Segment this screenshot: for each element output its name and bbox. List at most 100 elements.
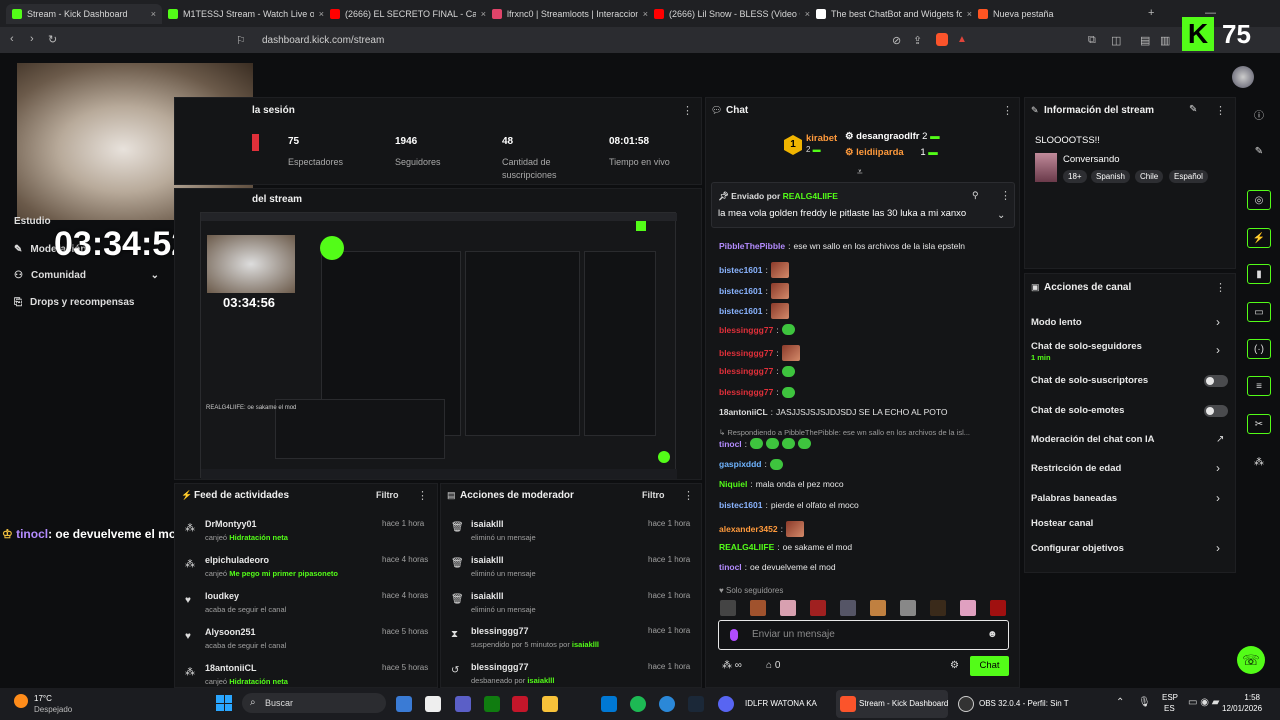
new-tab-icon[interactable]: + xyxy=(1148,7,1154,19)
collapse-icon[interactable]: ⩡ xyxy=(857,167,863,178)
taskbar-app-label[interactable]: OBS 32.0.4 - Perfil: Sin T xyxy=(979,699,1069,708)
toggle-switch[interactable] xyxy=(1204,405,1228,417)
folder-icon[interactable] xyxy=(542,696,558,712)
close-icon[interactable]: × xyxy=(643,9,648,19)
users-icon[interactable]: ⁂ xyxy=(1247,452,1271,472)
chat-username[interactable]: 18antoniiCL xyxy=(719,407,768,417)
chat-username[interactable]: bistec1601 xyxy=(719,500,762,510)
chat-username[interactable]: bistec1601 xyxy=(719,286,762,296)
sidebar-item-estudio[interactable]: Estudio xyxy=(14,216,51,227)
taskbar-search[interactable] xyxy=(242,693,386,713)
downloads-icon[interactable]: ▥ xyxy=(1160,34,1170,47)
chat-username[interactable]: blessinggg77 xyxy=(719,366,773,376)
forward-icon[interactable]: › xyxy=(30,33,34,45)
close-icon[interactable]: × xyxy=(319,9,324,19)
tool-icon[interactable]: ✂ xyxy=(1247,414,1271,434)
sidebar-item-drops[interactable]: ⎘ Drops y recompensas xyxy=(14,297,135,308)
browser-tab[interactable]: Nueva pestaña xyxy=(978,4,1134,24)
chat-username[interactable]: Niquiel xyxy=(719,479,747,489)
mod-target-user[interactable]: blessinggg77 xyxy=(471,662,529,672)
pen-icon[interactable]: ✎ xyxy=(1247,141,1271,161)
browser-tab[interactable]: (2666) Lil Snow - BLESS (Video C × xyxy=(654,4,810,24)
close-icon[interactable]: × xyxy=(805,9,810,19)
queue-icon[interactable]: ≡ xyxy=(1247,376,1271,396)
url-field[interactable]: dashboard.kick.com/stream xyxy=(256,31,976,49)
mod-target-user[interactable]: isaiaklll xyxy=(471,555,504,565)
chevron-right-icon[interactable]: › xyxy=(1216,315,1220,329)
chatter-avatar[interactable] xyxy=(900,600,916,616)
chat-username[interactable]: bistec1601 xyxy=(719,265,762,275)
network-icon[interactable]: ▭ ◉ ▰ xyxy=(1188,697,1219,708)
more-options-icon[interactable]: ⋮ xyxy=(682,104,693,117)
mod-target-user[interactable]: blessinggg77 xyxy=(471,626,529,636)
brave-icon[interactable] xyxy=(840,696,856,712)
browser-tab[interactable]: Stream - Kick Dashboard × xyxy=(6,4,162,24)
mod-target-user[interactable]: isaiaklll xyxy=(471,591,504,601)
lang-code[interactable]: ESP xyxy=(1162,693,1178,702)
chatter-avatar[interactable] xyxy=(840,600,856,616)
edge-icon[interactable] xyxy=(659,696,675,712)
chat-more-icon[interactable]: ⋮ xyxy=(1002,104,1013,117)
chevron-down-icon[interactable]: ⌄ xyxy=(997,210,1005,221)
activity-more-icon[interactable]: ⋮ xyxy=(417,489,428,502)
weather-icon[interactable] xyxy=(14,694,28,708)
clock-time[interactable]: 1:58 xyxy=(1226,693,1260,702)
actions-more-icon[interactable]: ⋮ xyxy=(1215,281,1226,294)
chevron-up-icon[interactable]: ⌃ xyxy=(1116,697,1124,708)
steam-icon[interactable] xyxy=(688,696,704,712)
chatter-avatar[interactable] xyxy=(780,600,796,616)
chevron-right-icon[interactable]: › xyxy=(1216,541,1220,555)
reload-icon[interactable]: ↻ xyxy=(48,33,57,46)
store-icon[interactable] xyxy=(425,696,441,712)
close-icon[interactable]: × xyxy=(481,9,486,19)
pinned-more-icon[interactable]: ⋮ xyxy=(1000,189,1011,202)
avatar[interactable] xyxy=(1232,66,1254,88)
support-icon[interactable]: ☏ xyxy=(1237,646,1265,674)
screenshot-icon[interactable]: ◫ xyxy=(1111,34,1121,47)
tag-chip[interactable]: Español xyxy=(1169,170,1208,183)
tag-chip[interactable]: Chile xyxy=(1135,170,1164,183)
start-button[interactable] xyxy=(216,695,232,711)
tag-chip[interactable]: 18+ xyxy=(1063,170,1087,183)
chatter-avatar[interactable] xyxy=(990,600,1006,616)
stream-preview-video[interactable]: 03:34:56 REALG4LIIFE: oe sakame el mod xyxy=(200,212,677,479)
app-icon[interactable] xyxy=(512,696,528,712)
chatter-avatar[interactable] xyxy=(720,600,736,616)
mod-filter-button[interactable]: Filtro xyxy=(642,490,665,500)
sidebar-item-comunidad[interactable]: ⚇ Comunidad ⌄ xyxy=(14,270,159,281)
chat-username[interactable]: blessinggg77 xyxy=(719,325,773,335)
edit-icon[interactable]: ✎ xyxy=(1189,104,1197,115)
chat-username[interactable]: alexander3452 xyxy=(719,524,778,534)
browser-tab[interactable]: (2666) EL SECRETO FINAL - Capitul × xyxy=(330,4,486,24)
copilot-icon[interactable] xyxy=(396,696,412,712)
chat-username[interactable]: bistec1601 xyxy=(719,306,762,316)
bookmark-icon[interactable]: ⚐ xyxy=(236,34,246,47)
mod-actor-name[interactable]: isaiaklll xyxy=(572,640,599,649)
taskbar-app-label[interactable]: Stream - Kick Dashboard xyxy=(859,699,948,708)
mod-more-icon[interactable]: ⋮ xyxy=(683,489,694,502)
chat-icon[interactable]: ▭ xyxy=(1247,302,1271,322)
feed-username[interactable]: DrMontyy01 xyxy=(205,519,257,529)
mute-site-icon[interactable]: ⊘ xyxy=(892,34,901,47)
external-link-icon[interactable]: ↗ xyxy=(1216,434,1224,445)
mod-actor-name[interactable]: isaiaklll xyxy=(527,676,554,685)
teams-icon[interactable] xyxy=(455,696,471,712)
gift-count[interactable]: ⌂ 0 xyxy=(766,660,780,671)
chat-username[interactable]: blessinggg77 xyxy=(719,348,773,358)
toggle-switch[interactable] xyxy=(1204,375,1228,387)
chat-send-button[interactable]: Chat xyxy=(970,656,1009,676)
chatter-avatar[interactable] xyxy=(810,600,826,616)
xbox-icon[interactable] xyxy=(484,696,500,712)
spotify-icon[interactable] xyxy=(630,696,646,712)
clip-icon[interactable]: ◎ xyxy=(1247,190,1271,210)
chat-username[interactable]: tinocl xyxy=(719,439,742,449)
points-icon[interactable]: ⁂ ∞ xyxy=(722,660,742,671)
chatter-avatar[interactable] xyxy=(750,600,766,616)
mic-icon[interactable] xyxy=(730,629,738,641)
device-icon[interactable]: ▮ xyxy=(1247,264,1271,284)
leader-name[interactable]: kirabet xyxy=(806,133,837,144)
broadcast-icon[interactable]: (·) xyxy=(1247,339,1271,359)
chevron-right-icon[interactable]: › xyxy=(1216,461,1220,475)
chatter-avatar[interactable] xyxy=(960,600,976,616)
browser-tab[interactable]: M1TESSJ Stream - Watch Live on Kic × xyxy=(168,4,324,24)
